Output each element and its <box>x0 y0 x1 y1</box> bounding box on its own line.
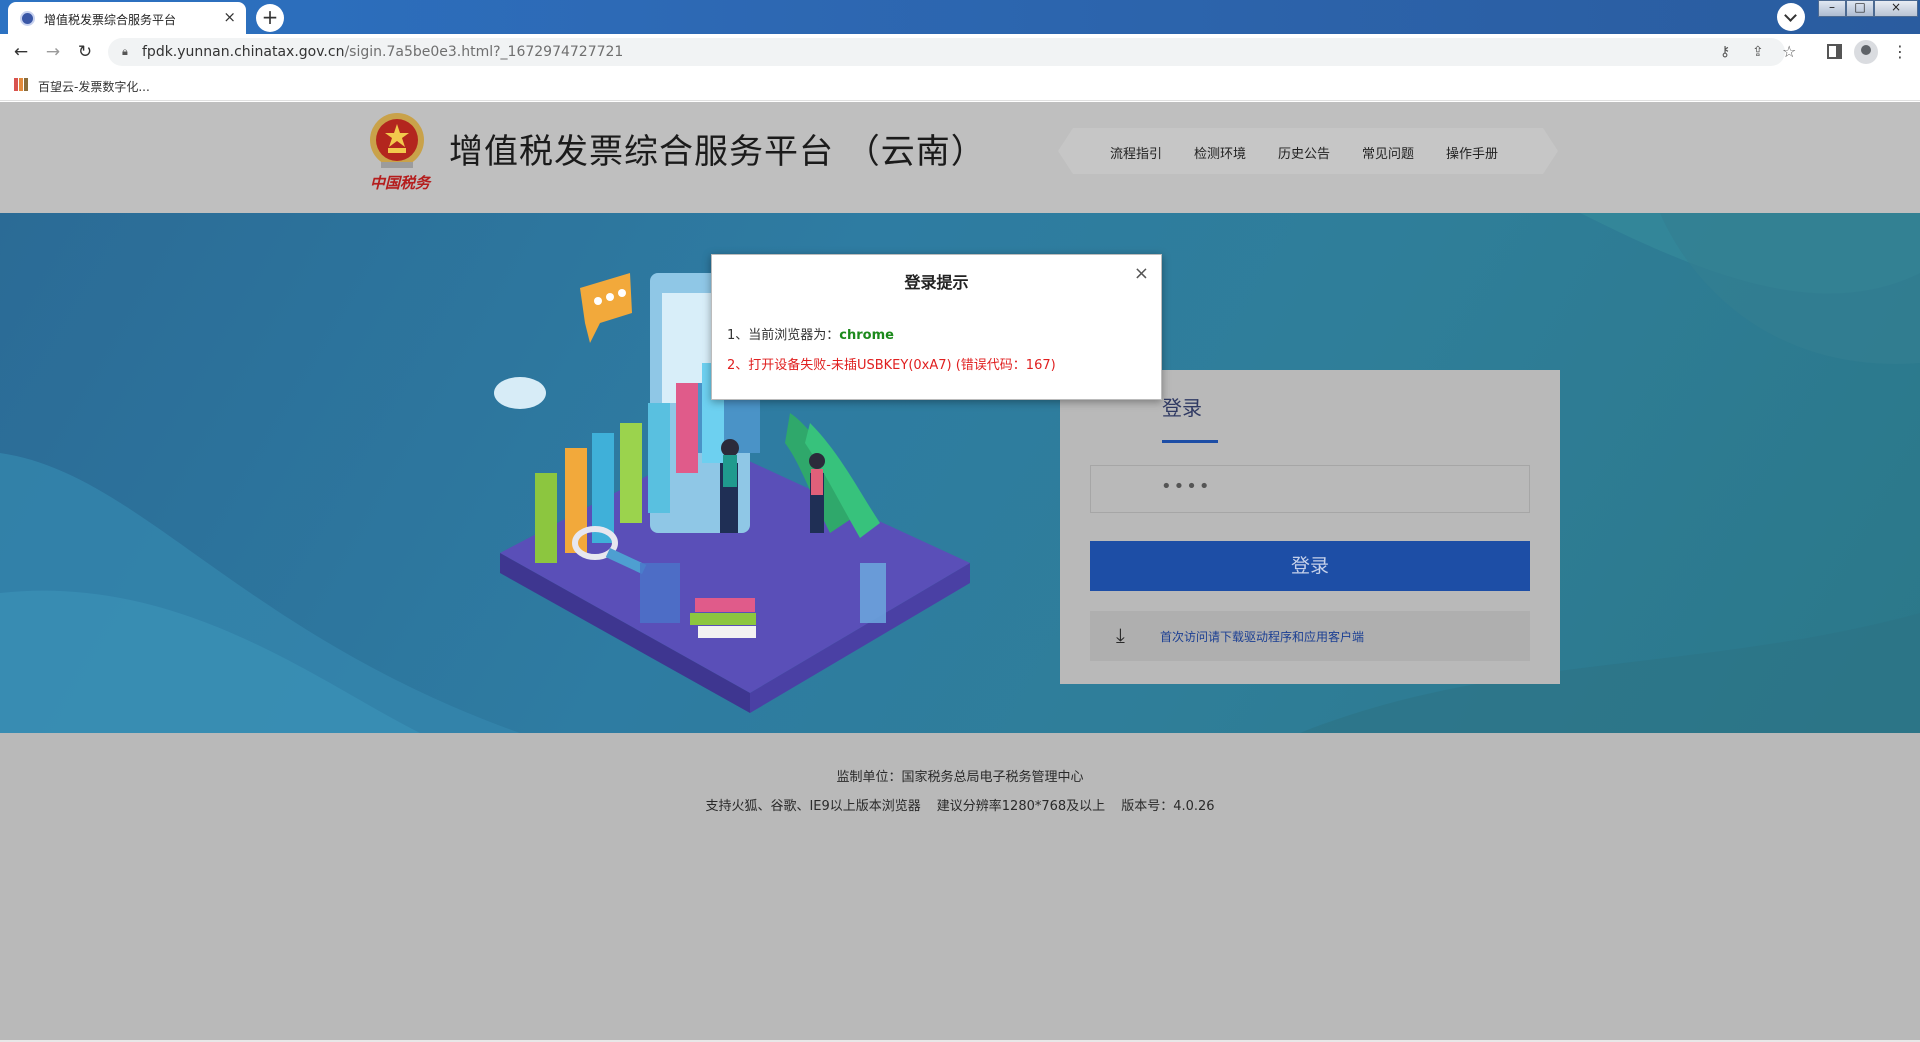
dialog-title: 登录提示 <box>904 273 969 292</box>
url-text[interactable]: fpdk.yunnan.chinatax.gov.cn/sigin.7a5be0… <box>142 44 623 60</box>
bookmarks-bar: 百望云-发票数字化... <box>0 70 1920 101</box>
browser-tab-strip: 增值税发票综合服务平台 × + – □ × <box>0 0 1920 34</box>
footer-resolution: 建议分辨率1280*768及以上 <box>936 799 1106 814</box>
nav-item-process-guide[interactable]: 流程指引 <box>1110 143 1162 162</box>
national-emblem-icon <box>370 113 424 168</box>
footer-info: 支持火狐、谷歌、IE9以上版本浏览器 建议分辨率1280*768及以上 版本号：4.… <box>0 795 1920 814</box>
site-favicon-icon <box>20 11 35 26</box>
star-icon[interactable]: ☆ <box>1782 43 1796 61</box>
download-icon: ⤓ <box>1116 623 1125 647</box>
browser-toolbar: ← → ↻ 🔒︎ fpdk.yunnan.chinatax.gov.cn/sig… <box>0 34 1920 70</box>
browser-info-label: 1、当前浏览器为： <box>727 328 840 343</box>
window-minimize-button[interactable]: – <box>1818 0 1846 17</box>
download-driver-bar[interactable]: ⤓ 首次访问请下载驱动程序和应用客户端 <box>1090 611 1530 661</box>
window-maximize-button[interactable]: □ <box>1846 0 1874 17</box>
nav-item-manual[interactable]: 操作手册 <box>1446 143 1498 162</box>
tab-close-icon[interactable]: × <box>223 8 236 26</box>
side-panel-icon[interactable] <box>1827 44 1842 59</box>
tab-search-icon[interactable] <box>1777 3 1805 31</box>
page-title: 增值税发票综合服务平台 （云南） <box>449 132 986 172</box>
login-button[interactable]: 登录 <box>1090 541 1530 591</box>
nav-item-history-notices[interactable]: 历史公告 <box>1278 143 1330 162</box>
dialog-error-message: 2、打开设备失败-未插USBKEY(0xA7) (错误代码：167) <box>727 358 1056 373</box>
close-icon: × <box>1890 0 1902 14</box>
footer-browser-support: 支持火狐、谷歌、IE9以上版本浏览器 <box>705 799 921 814</box>
window-close-button[interactable]: × <box>1874 0 1918 17</box>
top-nav: 流程指引 检测环境 历史公告 常见问题 操作手册 <box>1058 128 1558 174</box>
maximize-icon: □ <box>1854 0 1866 14</box>
dialog-browser-info: 1、当前浏览器为：chrome <box>727 324 894 343</box>
site-header: 中国税务 增值税发票综合服务平台 （云南） 流程指引 检测环境 历史公告 常见问… <box>0 102 1920 213</box>
footer-supervisor: 监制单位：国家税务总局电子税务管理中心 <box>836 770 1084 785</box>
bookmark-favicon-icon <box>14 78 28 91</box>
browser-name: chrome <box>839 328 894 343</box>
nav-item-faq[interactable]: 常见问题 <box>1362 143 1414 162</box>
login-tab-label[interactable]: 登录 <box>1162 392 1202 421</box>
login-panel: 登录 •••• 登录 ⤓ 首次访问请下载驱动程序和应用客户端 <box>1060 370 1560 684</box>
share-icon[interactable]: ⇪ <box>1752 43 1764 61</box>
browser-tab-active[interactable]: 增值税发票综合服务平台 × <box>8 2 246 34</box>
password-input[interactable]: •••• <box>1090 465 1530 513</box>
page-content: 中国税务 增值税发票综合服务平台 （云南） 流程指引 检测环境 历史公告 常见问… <box>0 102 1920 1042</box>
url-path: /sigin.7a5be0e3.html?_1672974727721 <box>344 44 624 60</box>
profile-icon[interactable] <box>1854 40 1878 64</box>
new-tab-button[interactable]: + <box>256 4 284 32</box>
footer-version: 版本号：4.0.26 <box>1121 799 1215 814</box>
tax-logo-caption: 中国税务 <box>370 174 431 192</box>
forward-arrow-icon[interactable]: → <box>41 40 65 64</box>
reload-icon[interactable]: ↻ <box>73 40 97 64</box>
download-driver-link[interactable]: 首次访问请下载驱动程序和应用客户端 <box>1160 628 1364 645</box>
address-bar[interactable]: 🔒︎ fpdk.yunnan.chinatax.gov.cn/sigin.7a5… <box>108 38 1796 66</box>
kebab-menu-icon[interactable]: ⋮ <box>1892 40 1908 64</box>
dialog-close-icon[interactable]: × <box>1134 265 1149 283</box>
login-tab-underline <box>1162 440 1218 443</box>
tab-title: 增值税发票综合服务平台 <box>44 13 177 27</box>
login-alert-dialog: 登录提示 × 1、当前浏览器为：chrome 2、打开设备失败-未插USBKEY… <box>711 254 1162 400</box>
key-icon[interactable]: ⚷ <box>1720 43 1730 61</box>
bookmark-item[interactable]: 百望云-发票数字化... <box>38 78 150 95</box>
url-host: fpdk.yunnan.chinatax.gov.cn <box>142 44 345 60</box>
nav-item-check-environment[interactable]: 检测环境 <box>1194 143 1246 162</box>
minimize-icon: – <box>1829 0 1835 14</box>
lock-icon[interactable]: 🔒︎ <box>122 45 128 59</box>
back-arrow-icon[interactable]: ← <box>9 40 33 64</box>
